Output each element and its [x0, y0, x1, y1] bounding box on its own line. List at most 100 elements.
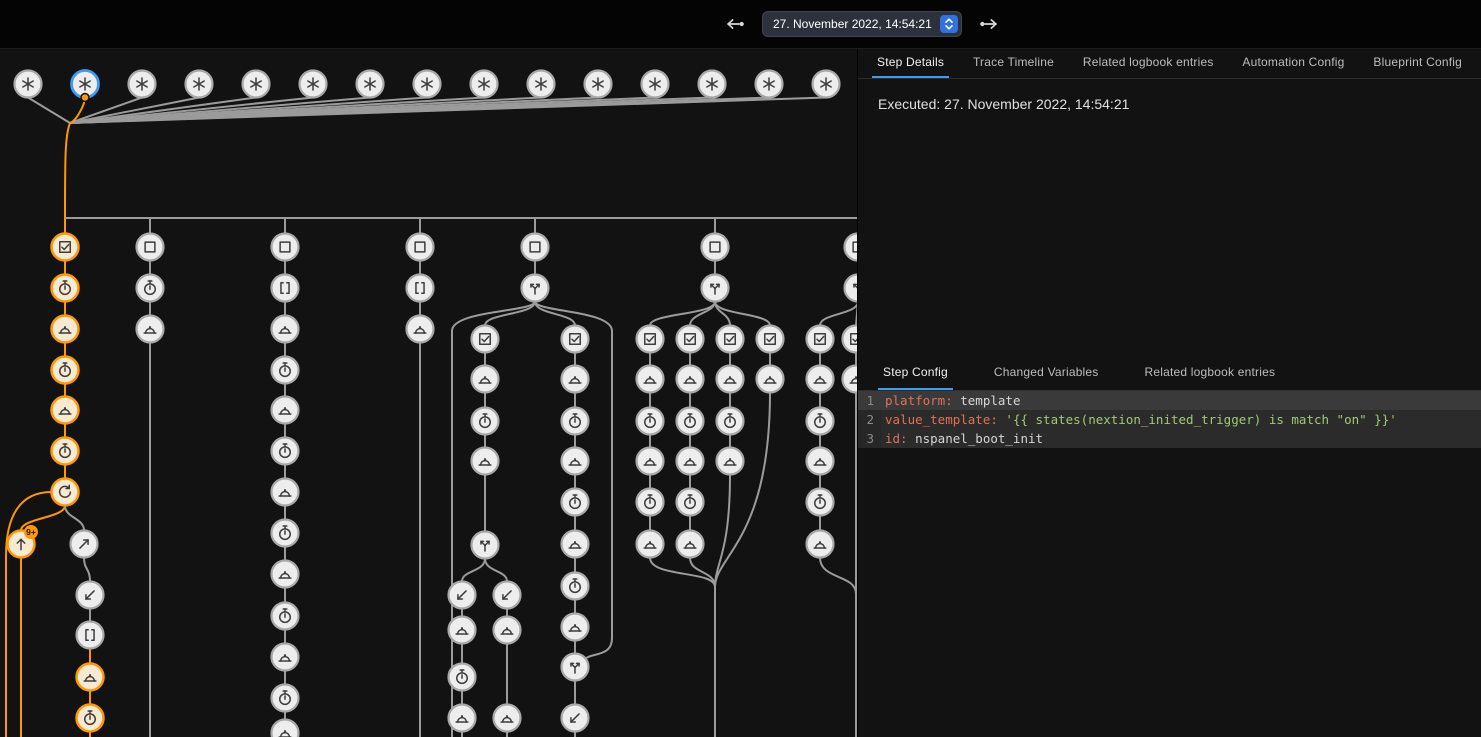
node-service[interactable]: [449, 617, 476, 644]
node-brackets[interactable]: [272, 275, 299, 302]
node-brackets[interactable]: [407, 275, 434, 302]
node-service[interactable]: [472, 448, 499, 475]
node-service[interactable]: [562, 531, 589, 558]
tab-trace-timeline[interactable]: Trace Timeline: [968, 48, 1059, 78]
node-asterisk[interactable]: [15, 71, 42, 98]
node-arrow-bottom-left[interactable]: [494, 582, 521, 609]
trace-graph-canvas[interactable]: 9+: [0, 48, 857, 737]
node-brackets[interactable]: [77, 622, 104, 649]
node-arrow-bottom-left[interactable]: [562, 705, 589, 732]
node-service[interactable]: [472, 366, 499, 393]
node-asterisk[interactable]: [813, 71, 840, 98]
node-service[interactable]: [272, 720, 299, 737]
node-service[interactable]: [843, 366, 858, 393]
node-asterisk[interactable]: [186, 71, 213, 98]
node-square[interactable]: [845, 234, 858, 261]
tab-blueprint-config[interactable]: Blueprint Config: [1368, 48, 1467, 78]
node-asterisk[interactable]: [300, 71, 327, 98]
tab-step-details[interactable]: Step Details: [872, 48, 949, 78]
node-asterisk[interactable]: [756, 71, 783, 98]
node-square[interactable]: [407, 234, 434, 261]
node-square[interactable]: [272, 234, 299, 261]
node-asterisk[interactable]: [585, 71, 612, 98]
tab-related-logbook-entries[interactable]: Related logbook entries: [1078, 48, 1219, 78]
node-condition[interactable]: [717, 326, 744, 353]
node-choose[interactable]: [472, 532, 499, 559]
node-delay[interactable]: [77, 705, 104, 732]
node-square[interactable]: [522, 234, 549, 261]
node-condition[interactable]: [843, 326, 858, 353]
node-arrow-bottom-left[interactable]: [77, 582, 104, 609]
node-condition[interactable]: [637, 326, 664, 353]
node-service[interactable]: [677, 448, 704, 475]
node-service[interactable]: [677, 366, 704, 393]
node-service[interactable]: [562, 614, 589, 641]
node-asterisk[interactable]: [528, 71, 555, 98]
node-choose[interactable]: [702, 275, 729, 302]
node-arrow-up[interactable]: 9+: [8, 525, 39, 558]
node-service[interactable]: [272, 561, 299, 588]
node-service[interactable]: [77, 664, 104, 691]
node-delay[interactable]: [717, 408, 744, 435]
node-square[interactable]: [137, 234, 164, 261]
node-asterisk[interactable]: [357, 71, 384, 98]
node-condition[interactable]: [807, 326, 834, 353]
node-service[interactable]: [494, 617, 521, 644]
node-delay[interactable]: [807, 489, 834, 516]
node-asterisk[interactable]: [699, 71, 726, 98]
tab-related-logbook-entries[interactable]: Related logbook entries: [1140, 356, 1281, 390]
node-service[interactable]: [494, 705, 521, 732]
node-asterisk[interactable]: [129, 71, 156, 98]
node-service[interactable]: [272, 644, 299, 671]
node-service[interactable]: [407, 316, 434, 343]
node-delay[interactable]: [807, 408, 834, 435]
node-delay[interactable]: [272, 438, 299, 465]
node-delay[interactable]: [272, 603, 299, 630]
node-delay[interactable]: [637, 489, 664, 516]
node-delay[interactable]: [677, 408, 704, 435]
tab-automation-config[interactable]: Automation Config: [1237, 48, 1349, 78]
node-service[interactable]: [52, 316, 79, 343]
node-service[interactable]: [272, 397, 299, 424]
node-delay[interactable]: [637, 408, 664, 435]
node-condition[interactable]: [677, 326, 704, 353]
node-delay[interactable]: [52, 275, 79, 302]
node-asterisk[interactable]: [414, 71, 441, 98]
node-service[interactable]: [562, 366, 589, 393]
node-condition[interactable]: [562, 326, 589, 353]
node-delay[interactable]: [272, 357, 299, 384]
node-delay[interactable]: [562, 573, 589, 600]
node-delay[interactable]: [472, 408, 499, 435]
node-asterisk[interactable]: [471, 71, 498, 98]
node-condition[interactable]: [472, 326, 499, 353]
node-service[interactable]: [272, 479, 299, 506]
node-service[interactable]: [807, 531, 834, 558]
tab-changed-variables[interactable]: Changed Variables: [989, 356, 1104, 390]
node-condition[interactable]: [52, 234, 79, 261]
node-arrow-top-right[interactable]: [71, 531, 98, 558]
node-delay[interactable]: [449, 664, 476, 691]
node-choose[interactable]: [562, 654, 589, 681]
node-condition[interactable]: [757, 326, 784, 353]
node-delay[interactable]: [52, 357, 79, 384]
node-service[interactable]: [562, 448, 589, 475]
tab-step-config[interactable]: Step Config: [878, 356, 953, 390]
node-choose[interactable]: [845, 275, 858, 302]
node-choose[interactable]: [522, 275, 549, 302]
node-service[interactable]: [52, 397, 79, 424]
node-service[interactable]: [757, 366, 784, 393]
node-delay[interactable]: [272, 520, 299, 547]
node-service[interactable]: [807, 366, 834, 393]
node-service[interactable]: [677, 531, 704, 558]
next-trace-button[interactable]: [976, 11, 1002, 37]
trace-graph-panel[interactable]: 9+: [0, 48, 857, 737]
node-delay[interactable]: [677, 489, 704, 516]
node-asterisk[interactable]: [642, 71, 669, 98]
node-service[interactable]: [137, 316, 164, 343]
node-delay[interactable]: [562, 408, 589, 435]
node-delay[interactable]: [562, 489, 589, 516]
node-service[interactable]: [449, 705, 476, 732]
node-asterisk[interactable]: [72, 71, 99, 102]
node-service[interactable]: [637, 366, 664, 393]
node-square[interactable]: [702, 234, 729, 261]
